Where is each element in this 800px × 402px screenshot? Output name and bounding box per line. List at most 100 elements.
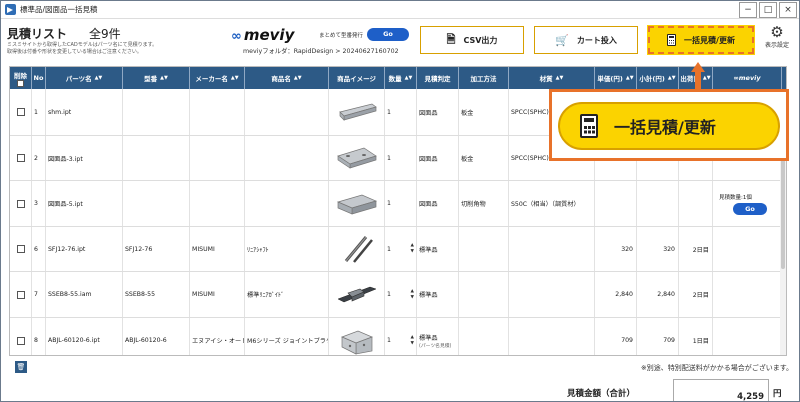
row-process: 板金 [459, 89, 509, 135]
row-material [509, 227, 595, 271]
calculator-icon [667, 34, 677, 46]
column-qty[interactable]: 数量 ▲▼ [385, 67, 417, 89]
block-image [336, 194, 377, 215]
row-product: 標準ﾘﾆｱｶﾞｲﾄﾞ [245, 272, 329, 317]
column-material[interactable]: 材質 ▲▼ [509, 67, 595, 89]
row-judge: 図面品 [417, 89, 459, 135]
row-maker: MISUMI [190, 272, 245, 317]
row-checkbox[interactable] [16, 245, 25, 253]
select-all-checkbox[interactable] [17, 79, 24, 87]
bulk-quote-label: 一括見積/更新 [684, 35, 735, 45]
stepper-arrows-icon[interactable]: ▲ ▼ [411, 335, 414, 347]
meviy-row-go-button[interactable]: Go [733, 202, 767, 215]
row-checkbox[interactable] [16, 154, 25, 162]
column-product[interactable]: 商品名 ▲▼ [245, 67, 329, 89]
sort-icon: ▲▼ [293, 75, 302, 81]
stepper-arrows-icon[interactable]: ▲ ▼ [411, 289, 414, 301]
maximize-button[interactable]: □ [759, 1, 777, 18]
row-checkbox-cell [10, 227, 32, 271]
plate-image [336, 147, 377, 169]
display-settings-button[interactable]: ⚙ 表示設定 [759, 24, 795, 49]
quantity-stepper[interactable]: 1 ▲ ▼ [387, 335, 416, 347]
row-no: 1 [32, 89, 46, 135]
column-model[interactable]: 型番 ▲▼ [123, 67, 190, 89]
row-product [245, 89, 329, 135]
window-title: 標準品/図面品一括見積 [20, 5, 98, 14]
row-process: 板金 [459, 136, 509, 180]
row-judge-cell: 標準品 (パーツ名見積) [417, 318, 459, 355]
column-part-name[interactable]: パーツ名 ▲▼ [46, 67, 123, 89]
row-checkbox[interactable] [16, 290, 25, 299]
add-to-cart-button[interactable]: 🛒 カート投入 [534, 26, 638, 54]
row-image [329, 181, 385, 226]
column-subtotal[interactable]: 小計(円) ▲▼ [637, 67, 679, 89]
row-qty[interactable]: 1 [385, 136, 417, 180]
trash-icon[interactable]: 🗑 [15, 361, 27, 373]
header-note-line2: 取得後は付番や形状を変更している場合はご注意ください。 [7, 48, 142, 55]
quantity-stepper[interactable]: 1 ▲ ▼ [387, 289, 416, 301]
callout-bulk-quote-button[interactable]: 一括見積/更新 [558, 102, 780, 150]
row-process [459, 227, 509, 271]
page-title-text: 見積リスト [7, 27, 68, 41]
app-window: 標準品/図面品一括見積 − □ × 見積リスト 全9件 ミスミサイトから取得したC… [0, 0, 800, 402]
column-unit-price[interactable]: 単価(円) ▲▼ [595, 67, 637, 89]
column-process: 加工方法 [459, 67, 509, 89]
row-part-name: SFJ12-76.ipt [46, 227, 123, 271]
row-checkbox-cell [10, 318, 32, 355]
row-product: ﾘﾆｱｼｬﾌﾄ [245, 227, 329, 271]
joint-bracket-image [340, 330, 373, 355]
column-no[interactable]: No [32, 67, 46, 89]
row-image [329, 227, 385, 271]
row-subtotal: 320 [637, 227, 679, 271]
row-unit-price [595, 181, 637, 226]
row-checkbox[interactable] [16, 199, 25, 208]
row-judge-sub: (パーツ名見積) [419, 343, 452, 349]
row-process: 切削角物 [459, 181, 509, 226]
row-model: SSEB8-55 [123, 272, 190, 317]
row-judge: 図面品 [417, 136, 459, 180]
column-delete-label: 削除 [14, 71, 27, 80]
meviy-mark-icon: ∞ [231, 29, 242, 44]
close-button[interactable]: × [779, 1, 797, 18]
quantity-stepper[interactable]: 1 ▲ ▼ [387, 243, 416, 255]
gear-icon: ⚙ [770, 23, 784, 41]
row-image [329, 272, 385, 317]
column-maker-label: メーカー名 [195, 75, 228, 83]
row-part-name: shm.ipt [46, 89, 123, 135]
meviy-quote-qty: 見積数量:1個 [719, 194, 752, 201]
meviy-go-button[interactable]: Go [367, 28, 409, 41]
row-model [123, 181, 190, 226]
column-subtotal-label: 小計(円) [639, 75, 665, 83]
csv-export-button[interactable]: 🗎 CSV出力 [420, 26, 524, 54]
sort-icon: ▲▼ [625, 75, 634, 81]
column-image: 商品イメージ [329, 67, 385, 89]
row-meviy [713, 272, 782, 317]
stepper-arrows-icon[interactable]: ▲ ▼ [411, 243, 414, 255]
table-row: 6 SFJ12-76.ipt SFJ12-76 MISUMI ﾘﾆｱｼｬﾌﾄ 1… [10, 227, 786, 272]
row-process [459, 318, 509, 355]
row-qty[interactable]: 1 [385, 89, 417, 135]
row-qty: 1 [387, 245, 391, 253]
bracket-image [338, 103, 377, 121]
csv-export-label: CSV出力 [463, 35, 498, 45]
column-qty-label: 数量 [388, 75, 402, 83]
row-ship [679, 181, 713, 226]
row-checkbox[interactable] [16, 108, 25, 116]
column-maker[interactable]: メーカー名 ▲▼ [190, 67, 245, 89]
row-part-name: 図面品-3.ipt [46, 136, 123, 180]
column-product-label: 商品名 [271, 75, 291, 83]
column-delete: 削除 [10, 67, 32, 89]
sort-icon: ▲▼ [94, 75, 103, 81]
row-qty[interactable]: 1 [385, 181, 417, 226]
calculator-icon [580, 114, 598, 138]
minimize-button[interactable]: − [739, 1, 757, 18]
row-checkbox[interactable] [16, 336, 25, 345]
table-header: 削除 No パーツ名 ▲▼ 型番 ▲▼ メーカー名 ▲▼ 商品名 ▲▼ 商品イメージ 数… [10, 67, 786, 89]
row-judge: 標準品 [417, 227, 459, 271]
row-ship: 1日目 [679, 318, 713, 355]
row-qty-cell: 1 ▲ ▼ [385, 227, 417, 271]
meviy-logo-text: meviy [243, 26, 295, 44]
row-judge: 標準品 [417, 272, 459, 317]
bulk-quote-button[interactable]: 一括見積/更新 [647, 25, 755, 55]
row-meviy [713, 318, 782, 355]
